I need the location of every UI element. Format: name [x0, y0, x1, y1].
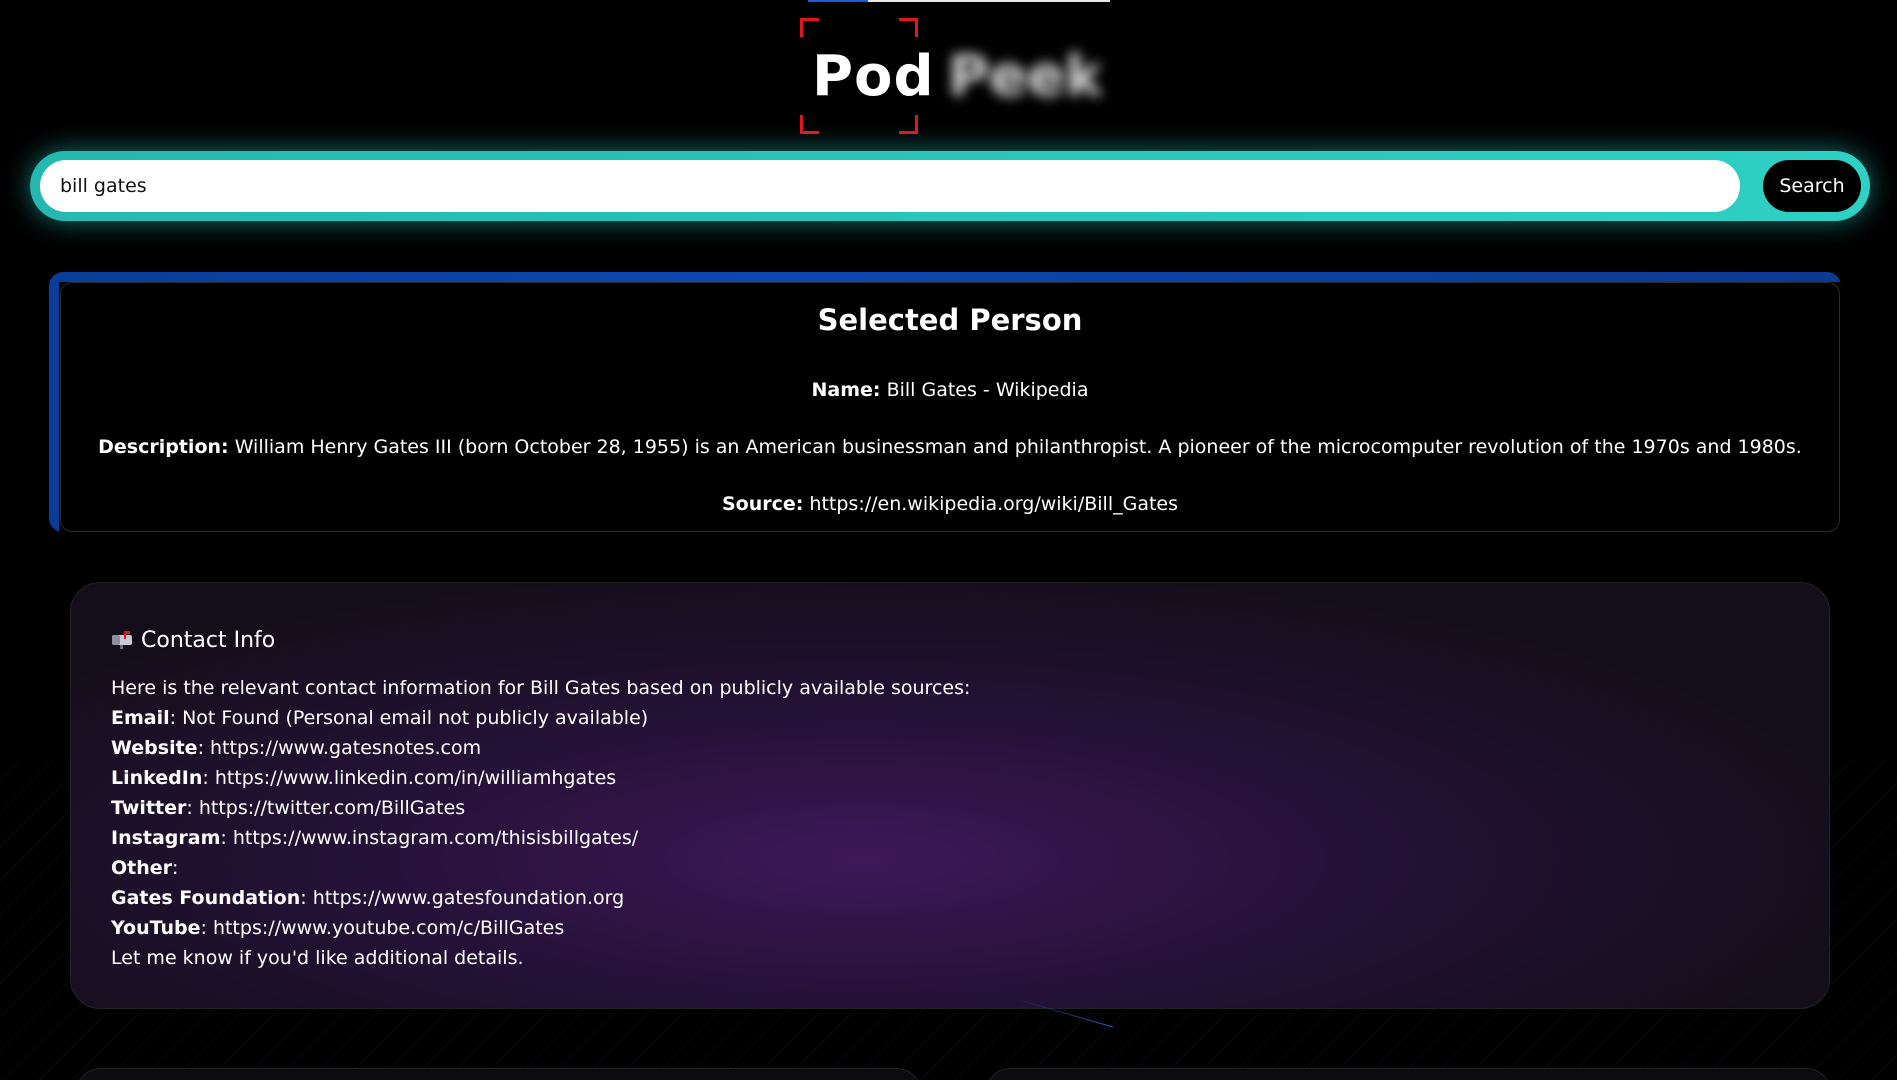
contact-row-label: Gates Foundation: [111, 887, 301, 909]
logo-word-pod: Pod: [812, 44, 935, 109]
contact-row-website: Website: https://www.gatesnotes.com: [111, 737, 482, 759]
contact-row-label: Email: [111, 707, 170, 729]
page: Pod Peek Search Selected Person Name: Bi…: [0, 0, 1897, 1080]
contact-info-body: Here is the relevant contact information…: [111, 673, 970, 973]
contact-row-link[interactable]: https://www.instagram.com/thisisbillgate…: [233, 827, 638, 849]
bottom-card-right: [985, 1068, 1832, 1080]
person-source-label: Source:: [721, 493, 804, 515]
top-progress-bar: [808, 0, 1110, 2]
contact-row-label: Instagram: [111, 827, 221, 849]
logo-word-peek: Peek: [948, 44, 1103, 109]
contact-row-link[interactable]: https://www.gatesfoundation.org: [313, 887, 624, 909]
person-name-value: Bill Gates - Wikipedia: [886, 379, 1089, 401]
mailbox-icon: [111, 630, 133, 649]
contact-row-label: YouTube: [111, 917, 201, 939]
contact-intro: Here is the relevant contact information…: [111, 677, 971, 699]
person-description-line: Description: William Henry Gates III (bo…: [61, 436, 1839, 458]
contact-row-label: LinkedIn: [111, 767, 203, 789]
logo-bracket-top-right: [899, 18, 918, 37]
logo-bracket-bottom-right: [899, 115, 918, 134]
contact-info-title: Contact Info: [141, 628, 276, 653]
contact-row-label: Website: [111, 737, 198, 759]
logo-bracket-bottom-left: [800, 115, 819, 134]
contact-row-label: Twitter: [111, 797, 187, 819]
contact-row-email: Email: Not Found (Personal email not pub…: [111, 707, 649, 729]
contact-row-instagram: Instagram: https://www.instagram.com/thi…: [111, 827, 639, 849]
contact-row-link[interactable]: https://twitter.com/BillGates: [199, 797, 465, 819]
logo-bracket-top-left: [800, 18, 819, 37]
contact-row-twitter: Twitter: https://twitter.com/BillGates: [111, 797, 466, 819]
contact-row-link[interactable]: https://www.youtube.com/c/BillGates: [213, 917, 564, 939]
contact-outro: Let me know if you'd like additional det…: [111, 947, 524, 969]
contact-row-link[interactable]: https://www.linkedin.com/in/williamhgate…: [215, 767, 616, 789]
podpeek-logo: Pod Peek: [800, 18, 1103, 134]
contact-row-link[interactable]: https://www.gatesnotes.com: [210, 737, 481, 759]
contact-info-card: Contact Info Here is the relevant contac…: [70, 582, 1830, 1009]
search-button[interactable]: Search: [1763, 160, 1861, 212]
person-description-label: Description:: [98, 436, 229, 458]
contact-row-linkedin: LinkedIn: https://www.linkedin.com/in/wi…: [111, 767, 617, 789]
selected-person-title: Selected Person: [817, 303, 1083, 337]
selected-person-card: Selected Person Name: Bill Gates - Wikip…: [60, 282, 1840, 532]
person-source-line: Source: https://en.wikipedia.org/wiki/Bi…: [61, 493, 1839, 515]
contact-row-other: Other:: [111, 857, 179, 879]
bottom-card-left: [75, 1068, 922, 1080]
person-description-value: William Henry Gates III (born October 28…: [234, 436, 1802, 458]
contact-row-gates-foundation: Gates Foundation: https://www.gatesfound…: [111, 887, 625, 909]
contact-info-heading: Contact Info: [111, 628, 275, 653]
contact-row-youtube: YouTube: https://www.youtube.com/c/BillG…: [111, 917, 565, 939]
search-input[interactable]: [40, 160, 1740, 212]
person-name-label: Name:: [811, 379, 881, 401]
contact-row-value: Not Found (Personal email not publicly a…: [182, 707, 649, 729]
search-bar: Search: [30, 151, 1870, 221]
person-name-line: Name: Bill Gates - Wikipedia: [61, 379, 1839, 401]
person-source-link[interactable]: https://en.wikipedia.org/wiki/Bill_Gates: [809, 493, 1178, 515]
contact-row-label: Other: [111, 857, 173, 879]
